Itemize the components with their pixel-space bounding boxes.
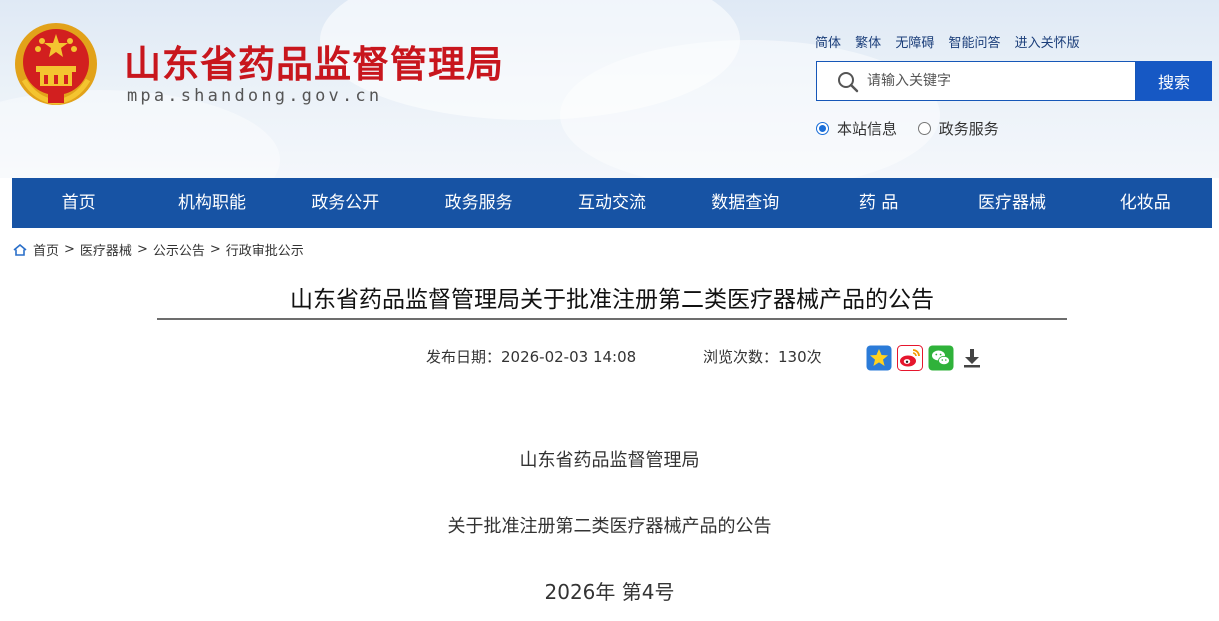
body-issuer: 山东省药品监督管理局	[519, 450, 700, 471]
scope-label: 本站信息	[837, 120, 898, 138]
nav-drugs[interactable]: 药 品	[812, 178, 945, 228]
breadcrumb-home[interactable]: 首页	[33, 240, 59, 259]
search-button[interactable]: 搜索	[1136, 61, 1212, 101]
top-links: 简体 繁体 无障碍 智能问答 进入关怀版	[815, 32, 1090, 51]
site-header: 山东省药品监督管理局 mpa.shandong.gov.cn 简体 繁体 无障碍…	[0, 0, 1219, 178]
share-bar	[866, 345, 990, 371]
nav-interaction[interactable]: 互动交流	[545, 178, 678, 228]
article-title: 山东省药品监督管理局关于批准注册第二类医疗器械产品的公告	[290, 287, 934, 313]
link-accessibility[interactable]: 无障碍	[895, 36, 934, 51]
weibo-icon[interactable]	[897, 345, 923, 371]
body-subject: 关于批准注册第二类医疗器械产品的公告	[447, 516, 772, 537]
radio-unchecked-icon[interactable]	[917, 122, 931, 135]
site-domain: mpa.shandong.gov.cn	[127, 86, 383, 106]
breadcrumb-approval-notice[interactable]: 行政审批公示	[226, 240, 304, 259]
search-input[interactable]	[867, 62, 1127, 100]
nav-functions[interactable]: 机构职能	[145, 178, 278, 228]
search-icon	[838, 72, 859, 93]
nav-home[interactable]: 首页	[12, 178, 145, 228]
nav-gov-service[interactable]: 政务服务	[412, 178, 545, 228]
search-box	[816, 61, 1136, 101]
national-emblem-icon	[15, 23, 97, 105]
link-traditional[interactable]: 繁体	[855, 36, 881, 51]
link-simplified[interactable]: 简体	[815, 36, 841, 51]
breadcrumb-announcements[interactable]: 公示公告	[153, 240, 205, 259]
breadcrumb-separator: >	[209, 242, 221, 257]
nav-cosmetics[interactable]: 化妆品	[1079, 178, 1212, 228]
breadcrumb-separator: >	[136, 242, 148, 257]
breadcrumb-separator: >	[64, 242, 75, 257]
radio-checked-icon[interactable]	[816, 122, 829, 135]
nav-gov-open[interactable]: 政务公开	[279, 178, 412, 228]
breadcrumb: 首页 > 医疗器械 > 公示公告 > 行政审批公示	[13, 240, 304, 259]
title-divider	[157, 318, 1067, 320]
site-title[interactable]: 山东省药品监督管理局	[124, 34, 504, 88]
main-nav: 首页 机构职能 政务公开 政务服务 互动交流 数据查询 药 品 医疗器械 化妆品	[12, 178, 1212, 228]
breadcrumb-medical-devices[interactable]: 医疗器械	[80, 240, 132, 259]
scope-gov-service[interactable]: 政务服务	[917, 118, 999, 139]
favorite-icon[interactable]	[866, 345, 892, 371]
link-care-mode[interactable]: 进入关怀版	[1015, 36, 1080, 51]
download-icon[interactable]	[959, 345, 985, 371]
search-scope: 本站信息 政务服务	[816, 118, 1015, 139]
nav-data-query[interactable]: 数据查询	[679, 178, 812, 228]
publish-date: 发布日期：2026-02-03 14:08	[426, 348, 637, 366]
view-count: 浏览次数：130次	[703, 348, 822, 366]
scope-label: 政务服务	[938, 120, 999, 138]
scope-site-info[interactable]: 本站信息	[816, 118, 897, 139]
nav-medical-devices[interactable]: 医疗器械	[945, 178, 1078, 228]
link-smart-qa[interactable]: 智能问答	[948, 36, 1000, 51]
home-icon	[13, 243, 27, 256]
body-number: 2026年 第4号	[544, 580, 675, 604]
wechat-icon[interactable]	[928, 345, 954, 371]
